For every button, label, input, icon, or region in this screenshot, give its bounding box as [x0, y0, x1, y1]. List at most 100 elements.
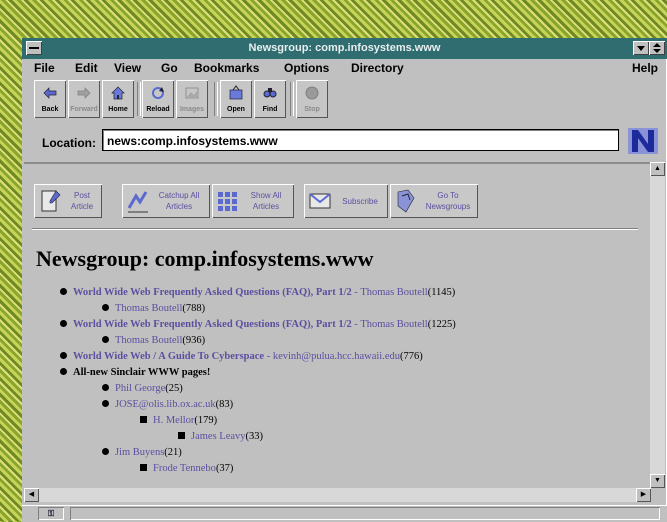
list-item: JOSE@olis.lib.ox.ac.uk(83): [102, 398, 233, 412]
toolbar: Back Forward Home Reload Images Open Fin…: [28, 80, 660, 124]
menu-edit[interactable]: Edit: [75, 61, 98, 75]
article-count: (179): [194, 415, 218, 426]
netscape-n-icon[interactable]: [628, 128, 658, 154]
list-item: Jim Buyens(21): [102, 446, 182, 460]
article-author-link[interactable]: - Thomas Boutell: [352, 319, 427, 330]
bullet-icon: [102, 400, 109, 407]
post-article-icon: [41, 190, 61, 212]
article-author-link[interactable]: James Leavy: [191, 431, 246, 442]
maximize-button[interactable]: [649, 41, 665, 55]
list-item: World Wide Web Frequently Asked Question…: [60, 286, 455, 300]
go-to-newsgroups-button[interactable]: Go To Newsgroups: [390, 184, 478, 218]
scroll-left-button[interactable]: ◀: [24, 488, 39, 502]
scroll-right-button[interactable]: ▶: [636, 488, 651, 502]
find-button[interactable]: Find: [254, 80, 286, 118]
vertical-scrollbar[interactable]: ▲ ▼: [650, 162, 665, 488]
article-count: (936): [182, 335, 206, 346]
square-bullet-icon: [140, 416, 147, 423]
images-icon: [185, 87, 199, 99]
toolbar-separator: [290, 82, 294, 116]
list-item: Phil George(25): [102, 382, 183, 396]
list-item: World Wide Web / A Guide To Cyberspace -…: [60, 350, 423, 364]
list-item: All-new Sinclair WWW pages!: [60, 366, 210, 380]
article-count: (1225): [427, 319, 456, 330]
thread-title: All-new Sinclair WWW pages!: [73, 367, 211, 378]
back-icon: [43, 87, 57, 99]
article-subject-link[interactable]: World Wide Web Frequently Asked Question…: [73, 287, 352, 298]
newsgroups-icon: [397, 189, 415, 213]
menu-bar: File Edit View Go Bookmarks Options Dire…: [22, 59, 667, 77]
page-heading: Newsgroup: comp.infosystems.www: [36, 246, 374, 271]
article-author-link[interactable]: - Thomas Boutell: [352, 287, 427, 298]
back-button[interactable]: Back: [34, 80, 66, 118]
bullet-icon: [102, 384, 109, 391]
reload-icon: [152, 87, 164, 99]
article-author-link[interactable]: Thomas Boutell: [115, 335, 182, 346]
scroll-up-button[interactable]: ▲: [650, 162, 665, 176]
reload-button[interactable]: Reload: [142, 80, 174, 118]
list-item: H. Mellor(179): [140, 414, 217, 428]
catchup-icon: [127, 191, 148, 213]
bullet-icon: [60, 368, 67, 375]
menu-help[interactable]: Help: [632, 61, 658, 75]
toolbar-separator: [214, 82, 218, 116]
images-button[interactable]: Images: [176, 80, 208, 118]
minimize-button[interactable]: [633, 41, 649, 55]
home-button[interactable]: Home: [102, 80, 134, 118]
status-message: [70, 507, 660, 520]
window-title: Newsgroup: comp.infosystems.www: [248, 42, 441, 54]
horizontal-scrollbar[interactable]: ◀ ▶: [24, 488, 651, 502]
bullet-icon: [102, 336, 109, 343]
list-item: James Leavy(33): [178, 430, 263, 444]
location-bar: Location: news:comp.infosystems.www: [28, 128, 660, 158]
article-subject-link[interactable]: World Wide Web / A Guide To Cyberspace: [73, 351, 264, 362]
scroll-down-button[interactable]: ▼: [650, 474, 665, 488]
article-subject-link[interactable]: World Wide Web Frequently Asked Question…: [73, 319, 352, 330]
bullet-icon: [60, 288, 67, 295]
security-key-icon: ⚿: [38, 507, 64, 520]
divider: [32, 228, 638, 230]
article-author-link[interactable]: - kevinh@pulua.hcc.hawaii.edu: [264, 351, 400, 362]
article-count: (37): [215, 463, 234, 474]
catchup-all-articles-button[interactable]: Catchup All Articles: [122, 184, 210, 218]
page-content: Post Article Catchup All Articles Show A…: [24, 162, 650, 488]
subscribe-icon: [309, 193, 331, 209]
open-button[interactable]: Open: [220, 80, 252, 118]
find-icon: [263, 88, 277, 98]
article-author-link[interactable]: Frode Tennebo: [153, 463, 216, 474]
show-all-articles-button[interactable]: Show All Articles: [212, 184, 294, 218]
menu-options[interactable]: Options: [284, 61, 329, 75]
location-input[interactable]: news:comp.infosystems.www: [102, 129, 619, 151]
location-label: Location:: [42, 136, 96, 150]
menu-file[interactable]: File: [34, 61, 55, 75]
minimize-icon: [637, 46, 645, 51]
menu-directory[interactable]: Directory: [351, 61, 404, 75]
toolbar-separator: [137, 82, 141, 116]
list-item: Thomas Boutell(936): [102, 334, 205, 348]
post-article-button[interactable]: Post Article: [34, 184, 102, 218]
article-count: (788): [182, 303, 206, 314]
article-author-link[interactable]: Phil George: [115, 383, 165, 394]
subscribe-button[interactable]: Subscribe: [304, 184, 388, 218]
article-count: (1145): [427, 287, 456, 298]
article-author-link[interactable]: H. Mellor: [153, 415, 194, 426]
article-author-link[interactable]: JOSE@olis.lib.ox.ac.uk: [115, 399, 216, 410]
bullet-icon: [60, 352, 67, 359]
menu-view[interactable]: View: [114, 61, 141, 75]
menu-go[interactable]: Go: [161, 61, 178, 75]
article-author-link[interactable]: Thomas Boutell: [115, 303, 182, 314]
stop-button[interactable]: Stop: [296, 80, 328, 118]
list-item: World Wide Web Frequently Asked Question…: [60, 318, 456, 332]
title-bar: Newsgroup: comp.infosystems.www: [22, 38, 667, 59]
article-count: (25): [165, 383, 183, 394]
bullet-icon: [102, 304, 109, 311]
forward-button[interactable]: Forward: [68, 80, 100, 118]
article-count: (21): [164, 447, 182, 458]
square-bullet-icon: [140, 464, 147, 471]
article-author-link[interactable]: Jim Buyens: [115, 447, 164, 458]
bullet-icon: [60, 320, 67, 327]
show-all-icon: [218, 192, 237, 211]
square-bullet-icon: [178, 432, 185, 439]
menu-bookmarks[interactable]: Bookmarks: [194, 61, 259, 75]
article-count: (83): [215, 399, 234, 410]
